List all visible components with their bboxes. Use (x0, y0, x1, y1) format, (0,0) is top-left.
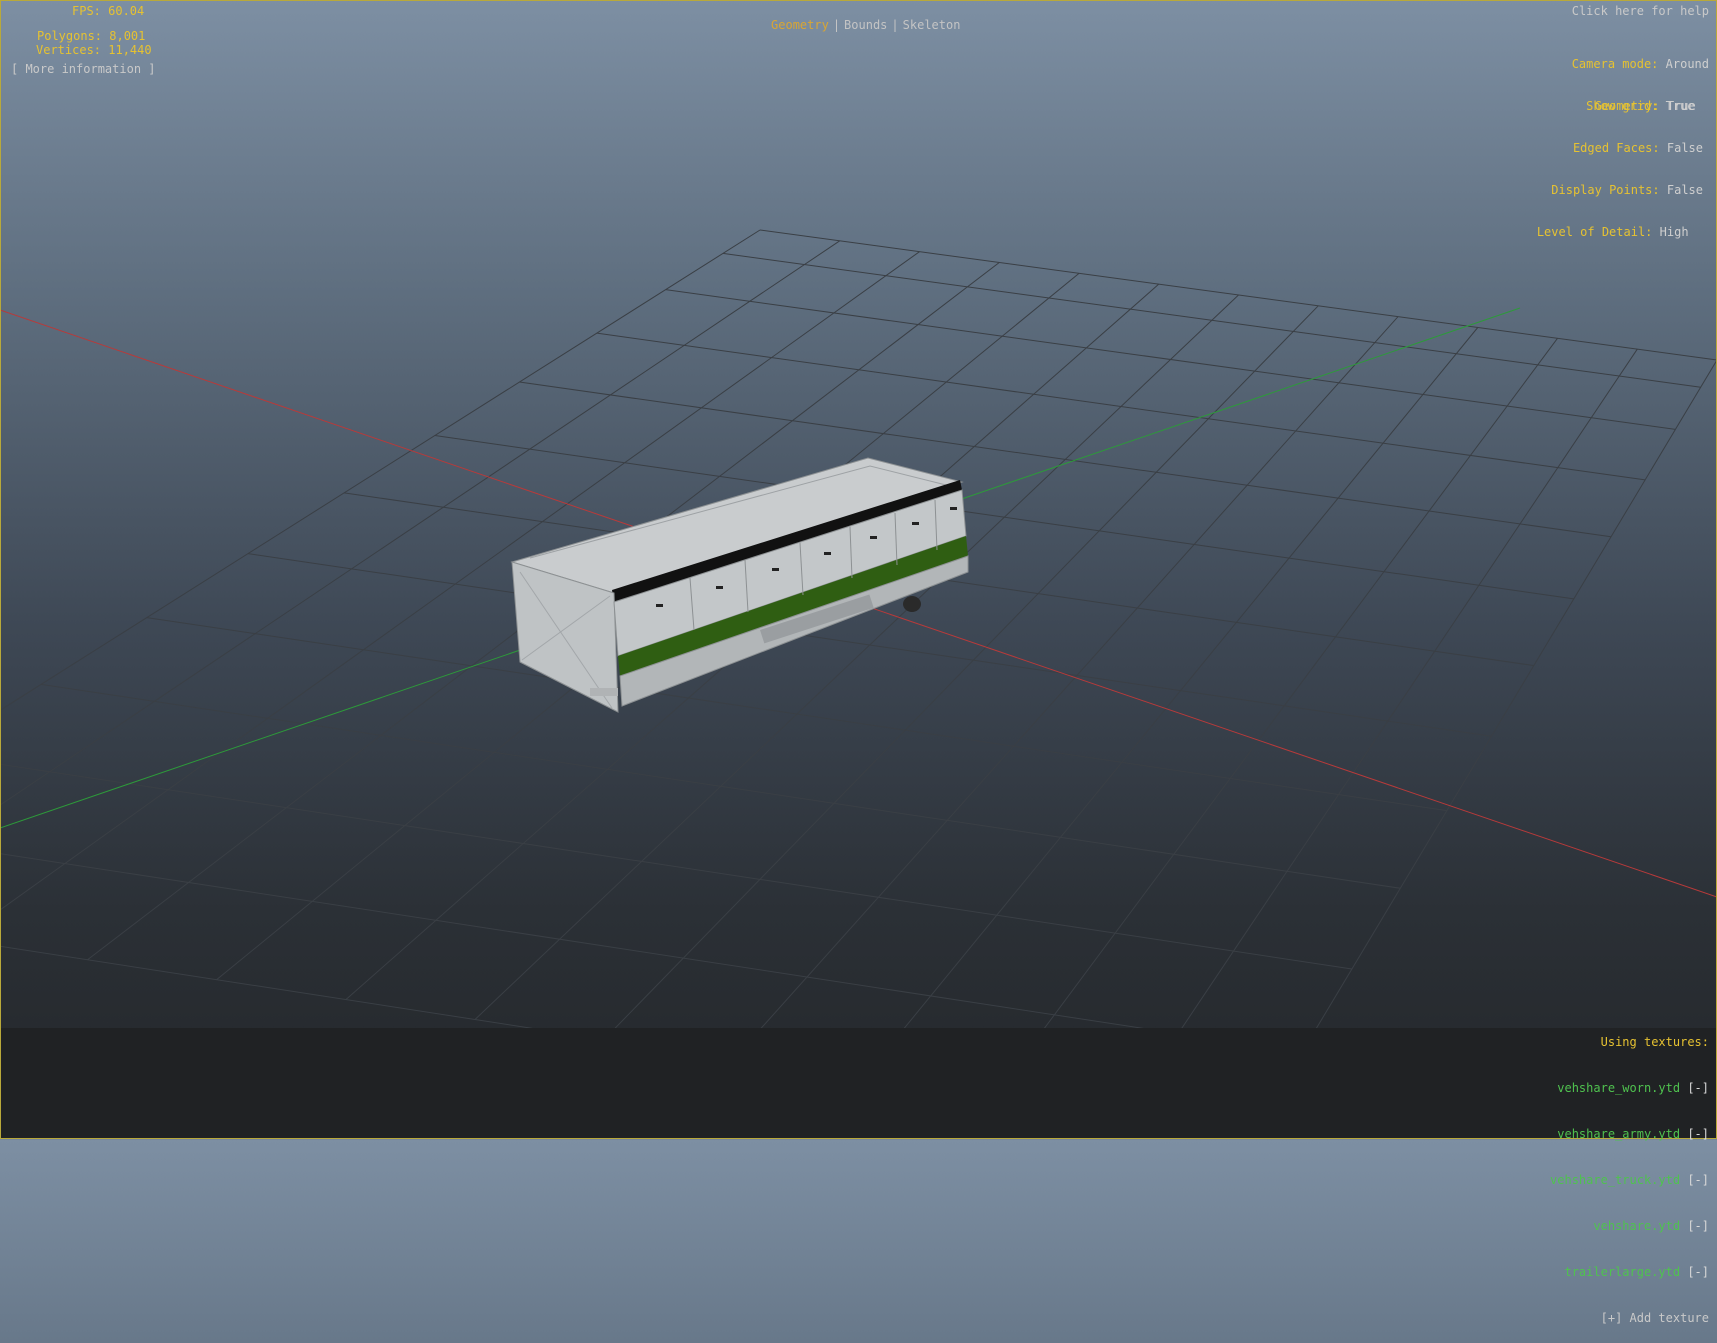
setting-value: False (1666, 183, 1703, 197)
3d-viewport[interactable]: z x y (0, 0, 1717, 1139)
remove-texture-button[interactable]: [-] (1687, 1265, 1709, 1279)
tab-skeleton[interactable]: Skeleton (903, 18, 961, 32)
setting-value: High (1659, 225, 1689, 239)
texture-item: trailerlarge.ytd [-] (1550, 1265, 1709, 1283)
texture-name[interactable]: trailerlarge.ytd (1564, 1265, 1680, 1279)
setting-label: Edged Faces: (1572, 141, 1660, 155)
floor-grid (0, 229, 1717, 1139)
texture-list: Using textures: vehshare_worn.ytd [-] ve… (1550, 1007, 1709, 1343)
tab-bounds[interactable]: Bounds (844, 18, 887, 32)
grid-line (603, 305, 1319, 1040)
vertex-count: Vertices: 11,440 (36, 43, 152, 57)
trailer-model (510, 457, 969, 713)
grid-line (0, 763, 1352, 970)
setting-value: True (1666, 99, 1696, 113)
tab-geometry[interactable]: Geometry (771, 18, 829, 32)
texture-name[interactable]: vehshare_worn.ytd (1557, 1081, 1680, 1095)
display-settings: Geometry: True Edged Faces: False Displa… (1537, 71, 1703, 253)
setting-display-points[interactable]: Display Points: False (1537, 183, 1703, 197)
setting-camera-mode[interactable]: Camera mode: Around (1572, 57, 1709, 71)
setting-label: Level of Detail: (1536, 225, 1653, 239)
setting-value: False (1666, 141, 1703, 155)
render-mode-tabs: Geometry | Bounds | Skeleton (0, 4, 1717, 32)
setting-label: Geometry: (1594, 99, 1660, 113)
grid-line (41, 683, 1401, 889)
texture-item: vehshare_army.ytd [-] (1550, 1127, 1709, 1145)
setting-geometry[interactable]: Geometry: True (1537, 99, 1703, 113)
texture-name[interactable]: vehshare.ytd (1593, 1219, 1680, 1233)
more-information-link[interactable]: [ More information ] (11, 62, 156, 76)
setting-label: Display Points: (1551, 183, 1660, 197)
setting-level-of-detail[interactable]: Level of Detail: High (1537, 225, 1703, 239)
add-texture-button[interactable]: [+] Add texture (1550, 1311, 1709, 1329)
grid-line (146, 617, 1447, 812)
texture-list-header: Using textures: (1600, 1035, 1709, 1049)
help-link[interactable]: Click here for help (1572, 4, 1709, 18)
texture-item: vehshare.ytd [-] (1550, 1219, 1709, 1237)
grid-line (862, 327, 1479, 1080)
remove-texture-button[interactable]: [-] (1687, 1173, 1709, 1187)
setting-label: Camera mode: (1571, 57, 1659, 71)
bottom-shade (0, 1028, 1717, 1139)
setting-value: Around (1665, 57, 1709, 71)
tab-separator: | (832, 18, 841, 32)
grid-line (732, 316, 1399, 1060)
grid-line (0, 853, 1302, 1054)
setting-edged-faces[interactable]: Edged Faces: False (1537, 141, 1703, 155)
texture-item: vehshare_worn.ytd [-] (1550, 1081, 1709, 1099)
remove-texture-button[interactable]: [-] (1687, 1219, 1709, 1233)
remove-texture-button[interactable]: [-] (1687, 1081, 1709, 1095)
texture-item: vehshare_truck.ytd [-] (1550, 1173, 1709, 1191)
texture-name[interactable]: vehshare_truck.ytd (1550, 1173, 1680, 1187)
tab-separator: | (891, 18, 899, 32)
grid-line (991, 338, 1558, 1100)
grid-line (1120, 348, 1638, 1120)
